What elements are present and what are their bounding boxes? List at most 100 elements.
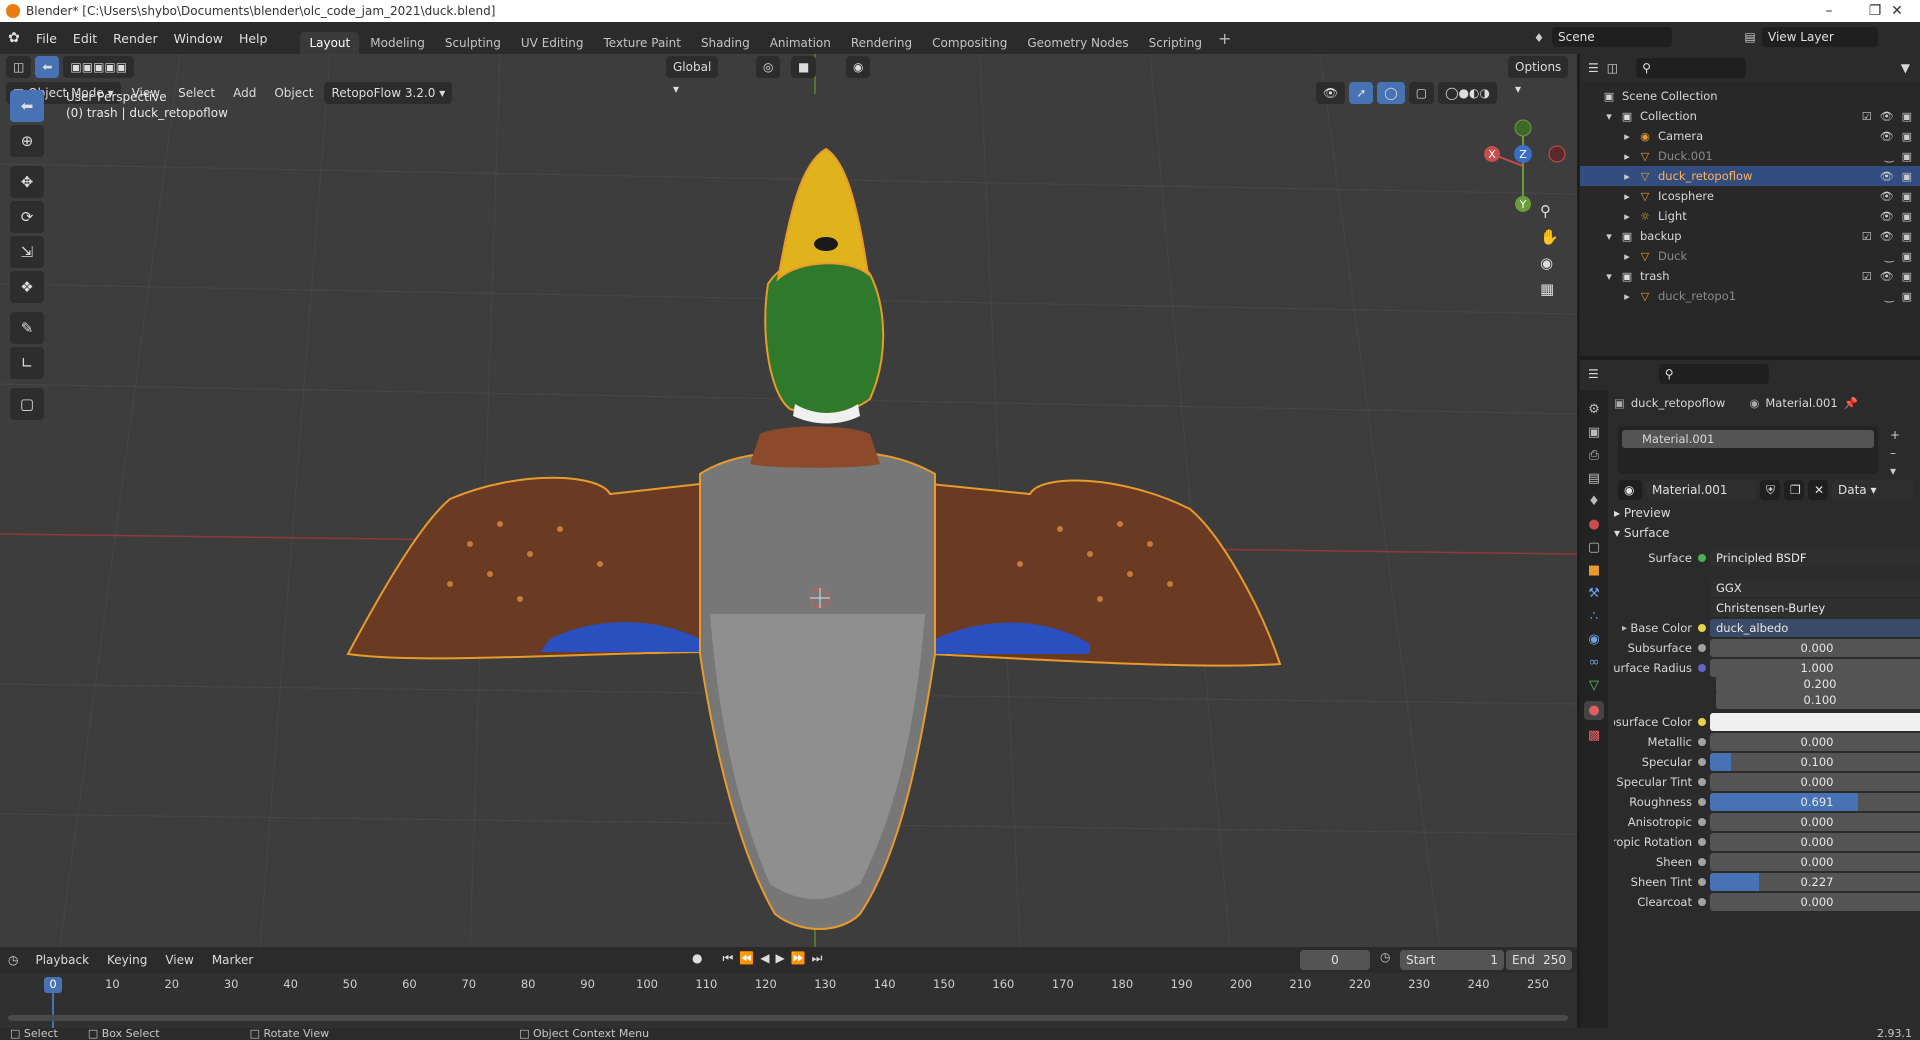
socket-icon[interactable] [1698,664,1706,672]
gizmo-toggle-icon[interactable]: ➚ [1349,82,1374,104]
view-layer-tab-icon[interactable]: ▤ [1588,471,1600,486]
properties-search-input[interactable]: ⚲ [1658,364,1769,384]
expand-right-icon[interactable]: ▸ [1620,170,1634,183]
scale-tool-icon[interactable]: ⇲ [10,236,44,268]
socket-icon[interactable] [1698,858,1706,866]
prop-value-field[interactable]: 0.100 [1710,753,1920,771]
eye-icon[interactable]: 👁 [1880,190,1894,203]
tab-rendering[interactable]: Rendering [842,32,921,54]
shading-mode-icons[interactable]: ◯●◐◑ [1438,82,1497,104]
outliner-item-light[interactable]: ▸ ☼ Light 👁 ▣ [1580,206,1920,226]
hidden-eye-icon[interactable]: ‿ [1885,250,1894,263]
surface-panel-header[interactable]: ▾ Surface [1614,526,1670,540]
menu-render[interactable]: Render [105,31,166,46]
socket-icon[interactable] [1698,738,1706,746]
tool-tab-icon[interactable]: ⚙ [1588,402,1600,417]
expand-right-icon[interactable]: ▸ [1620,250,1634,263]
surface-shader-field[interactable]: Principled BSDF [1710,549,1920,567]
browse-material-icon[interactable]: ◉ [1618,480,1642,500]
preview-panel-header[interactable]: ▸ Preview [1614,506,1671,520]
socket-icon[interactable] [1698,758,1706,766]
camera-view-icon[interactable]: ◉ [1540,254,1559,272]
world-tab-icon[interactable]: ● [1588,517,1599,532]
duplicate-icon[interactable]: ❐ [1784,480,1804,500]
overlay-toggle-icon[interactable]: ◯ [1377,82,1405,104]
duck-mesh[interactable] [346,147,1282,930]
socket-icon[interactable] [1698,878,1706,886]
render-toggle-icon[interactable]: ▣ [1902,270,1912,283]
eye-icon[interactable]: 👁 [1880,230,1894,243]
prop-value-field[interactable]: 0.100 [1716,691,1920,709]
eye-icon[interactable]: 👁 [1880,210,1894,223]
rotate-tool-icon[interactable]: ⟳ [10,201,44,233]
menu-help[interactable]: Help [231,31,276,46]
measure-tool-icon[interactable]: ∟ [10,347,44,379]
timeline-scrollbar[interactable] [8,1015,1568,1021]
outliner-search-input[interactable]: ⚲ [1636,58,1747,78]
expand-icon[interactable]: ▸ [1622,623,1627,634]
texture-tab-icon[interactable]: ▩ [1588,728,1600,743]
outliner-item-trash[interactable]: ▾ ▣ trash ☑ 👁 ▣ [1580,266,1920,286]
tab-scripting[interactable]: Scripting [1140,32,1211,54]
outliner-item-duck-001[interactable]: ▸ ▽ Duck.001 ‿ ▣ [1580,146,1920,166]
viewport-menu-object[interactable]: Object [267,82,320,104]
tab-shading[interactable]: Shading [692,32,759,54]
eye-icon[interactable]: 👁 [1880,170,1894,183]
expand-down-icon[interactable]: ▾ [1602,230,1616,243]
minimize-icon[interactable]: – [1806,0,1852,22]
constraints-tab-icon[interactable]: ∞ [1589,655,1600,670]
prop-value-field[interactable]: 0.000 [1710,813,1920,831]
render-toggle-icon[interactable]: ▣ [1902,210,1912,223]
fake-user-icon[interactable]: ⛨ [1760,480,1780,500]
expand-down-icon[interactable]: ▾ [1602,270,1616,283]
prop-value-field[interactable] [1710,713,1920,731]
eye-icon[interactable]: 👁 [1880,110,1894,123]
material-slot[interactable]: Material.001 [1622,430,1874,448]
socket-icon[interactable] [1698,798,1706,806]
select-tool-icon[interactable]: ⬅ [35,56,60,78]
tab-uv-editing[interactable]: UV Editing [512,32,593,54]
socket-icon[interactable] [1698,644,1706,652]
close-icon[interactable]: ✕ [1874,0,1920,22]
tab-compositing[interactable]: Compositing [923,32,1016,54]
base-color-texture[interactable]: duck_albedo [1710,619,1920,637]
render-toggle-icon[interactable]: ▣ [1902,250,1912,263]
outliner-item-icosphere[interactable]: ▸ ▽ Icosphere 👁 ▣ [1580,186,1920,206]
render-toggle-icon[interactable]: ▣ [1902,150,1912,163]
transform-orientation[interactable]: Global ▾ [666,56,719,96]
filter-icon[interactable]: ▼ [1901,61,1910,75]
menu-file[interactable]: File [28,31,65,46]
exclude-checkbox-icon[interactable]: ☑ [1862,270,1872,283]
eye-icon[interactable]: 👁 [1880,130,1894,143]
material-name-field[interactable]: Material.001 [1646,480,1756,500]
output-tab-icon[interactable]: ⎙ [1589,448,1599,463]
display-mode-icon[interactable]: ◫ [1607,61,1618,75]
prop-value-field[interactable]: 0.000 [1710,639,1920,657]
3d-viewport[interactable]: ◫ ⬅ ▣▣▣▣▣ Global ▾ ◎ ■ ◉ Options ▾ ▣ Obj… [0,54,1577,947]
prop-value-field[interactable]: 0.227 [1710,873,1920,891]
pin-icon[interactable]: 📌 [1844,396,1858,410]
pivot-point-icon[interactable]: ◎ [756,56,781,78]
material-slot-list[interactable]: Material.001 [1618,426,1878,474]
snap-icon[interactable]: ■ [791,56,817,78]
prop-value-field[interactable]: 0.691 [1710,793,1920,811]
ortho-grid-icon[interactable]: ▦ [1540,280,1559,298]
hidden-eye-icon[interactable]: ‿ [1885,290,1894,303]
add-workspace-icon[interactable]: + [1218,29,1231,48]
particles-tab-icon[interactable]: ∴ [1590,609,1598,624]
socket-icon[interactable] [1698,718,1706,726]
tab-modeling[interactable]: Modeling [361,32,434,54]
visibility-icon[interactable]: 👁 [1316,82,1346,104]
expand-right-icon[interactable]: ▸ [1620,150,1634,163]
navigation-gizmo[interactable]: X Z Y [1478,114,1568,214]
outliner-item-duck-retopo1[interactable]: ▸ ▽ duck_retopo1 ‿ ▣ [1580,286,1920,306]
render-tab-icon[interactable]: ▣ [1588,425,1600,440]
add-slot-icon[interactable]: + [1890,428,1900,442]
render-toggle-icon[interactable]: ▣ [1902,230,1912,243]
unlink-icon[interactable]: ✕ [1808,480,1828,500]
viewport-canvas[interactable] [0,54,1577,947]
expand-right-icon[interactable]: ▸ [1620,130,1634,143]
prop-value-field[interactable]: 0.000 [1710,773,1920,791]
prop-value-field[interactable]: 0.000 [1710,853,1920,871]
subsurface-method-dropdown[interactable]: Christensen-Burley [1710,599,1920,617]
